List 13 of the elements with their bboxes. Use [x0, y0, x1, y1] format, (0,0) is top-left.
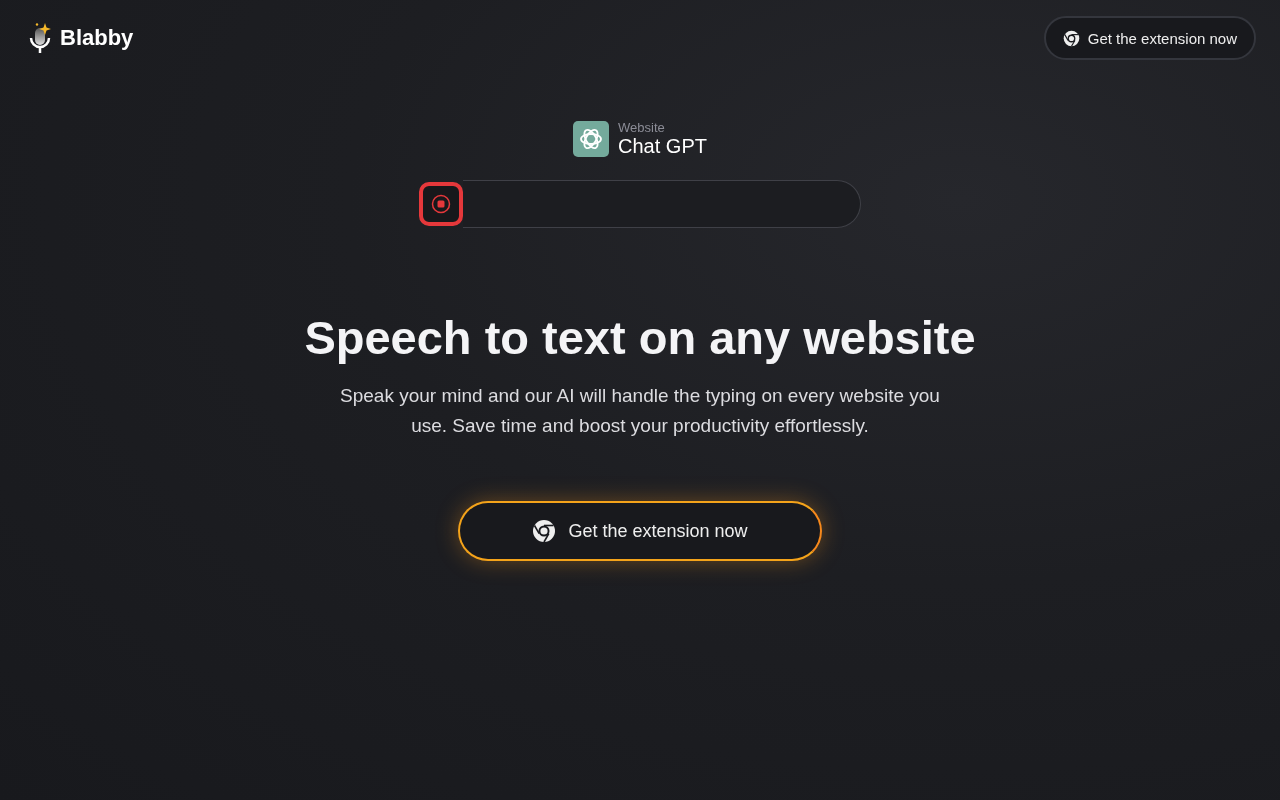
stop-recording-button[interactable] [419, 182, 463, 226]
get-extension-button[interactable]: Get the extension now [1043, 16, 1256, 60]
chrome-icon [532, 519, 557, 543]
chrome-icon [1062, 29, 1080, 47]
hero-title: Speech to text on any website [304, 310, 976, 365]
site-name: Chat GPT [618, 135, 707, 158]
hero-subtitle: Speak your mind and our AI will handle the typing on every website you use. Save time and boost your productivity effortlessly. [339, 384, 941, 438]
stop-icon [431, 194, 451, 214]
get-extension-button[interactable]: Get the extension now [458, 501, 822, 561]
brand-name: Blabby [60, 25, 134, 51]
site-label: Website [618, 120, 666, 135]
transcript-field[interactable] [463, 180, 861, 228]
chatgpt-logo-icon [573, 121, 610, 157]
